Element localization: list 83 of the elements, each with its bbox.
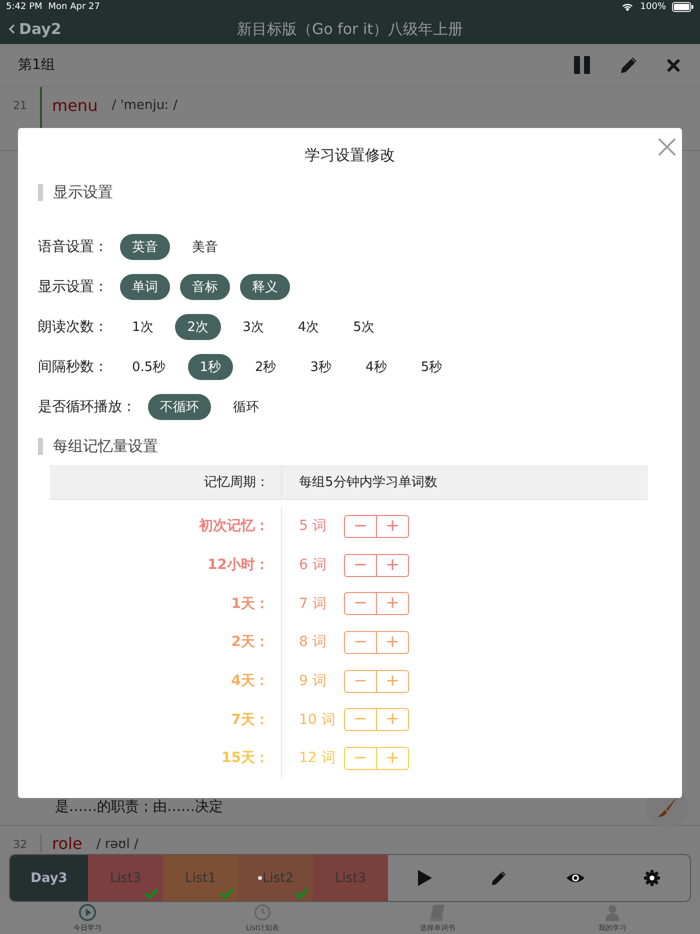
row-number: 32 [12,837,28,851]
word-count: 7 词 [299,594,328,613]
word-count: 8 词 [299,633,328,652]
setting-label: 间隔秒数： [38,358,108,376]
option-chip[interactable]: 0.5秒 [120,354,178,380]
word-count: 5 词 [299,517,328,536]
plus-button[interactable]: + [377,670,408,692]
clock-icon [254,904,271,920]
battery-icon [672,2,694,12]
word-count: 6 词 [299,556,328,574]
close-icon[interactable] [658,138,676,156]
period-label: 15天： [222,749,269,768]
option-chip[interactable]: 英音 [120,234,170,260]
minus-button[interactable]: − [345,593,376,614]
minus-button[interactable]: − [345,554,376,576]
minus-button[interactable]: − [345,670,376,692]
person-icon [604,904,621,920]
option-chip[interactable]: 2次 [175,314,221,340]
column-header: 每组5分钟内学习单词数 [298,474,438,491]
status-date: Mon Apr 27 [48,2,100,12]
word-count: 10 词 [299,710,336,729]
minus-button[interactable]: − [345,632,376,653]
play-circle-icon [79,904,96,920]
option-chip[interactable]: 3秒 [298,354,344,380]
period-label: 7天： [231,710,269,729]
option-chip[interactable]: 音标 [180,274,230,300]
option-chip[interactable]: 4秒 [354,354,399,380]
period-label: 2天： [231,633,269,652]
option-chip[interactable]: 3次 [230,314,276,340]
pencil-icon[interactable] [491,870,506,886]
play-icon[interactable] [418,870,432,886]
settings-icon[interactable] [644,870,660,886]
eye-icon[interactable] [566,872,585,884]
row-number: 21 [12,98,28,112]
setting-label: 显示设置： [38,278,108,296]
phonetic: / 'menjuː / [112,97,178,113]
option-chip[interactable]: 1次 [120,314,166,340]
option-chip[interactable]: 不循环 [148,394,211,420]
status-time: 5:42 PM [6,2,42,12]
definition: 是……的职责；由……决定 [55,798,223,816]
battery-level: 100% [640,2,666,12]
word-count: 12 词 [299,749,336,768]
option-chip[interactable]: 循环 [221,394,271,420]
section-title: 每组记忆量设置 [53,436,158,456]
nav-title: 新目标版（Go for it）八级年上册 [236,20,463,38]
option-chip[interactable]: 释义 [240,274,290,300]
wifi-icon [621,2,634,12]
setting-label: 语音设置： [38,238,108,256]
option-chip[interactable]: 4次 [286,314,332,340]
section-marker [38,438,43,454]
close-icon[interactable] [667,58,680,72]
option-chip[interactable]: 5次 [341,314,386,340]
option-chip[interactable]: 1秒 [188,354,233,380]
option-chip[interactable]: 2秒 [242,354,288,380]
period-label: 4天： [231,672,269,690]
group-title: 第1组 [18,56,55,74]
section-title: 显示设置 [53,182,113,202]
word: menu [52,96,98,115]
pause-icon[interactable] [574,56,590,74]
dialog-title: 学习设置修改 [304,145,396,166]
period-label: 1天： [231,594,269,613]
setting-label: 是否循环播放： [38,398,136,416]
column-header: 记忆周期： [50,465,282,499]
plus-button[interactable]: + [377,593,408,614]
plus-button[interactable]: + [377,632,408,653]
word: role [52,834,82,852]
plus-button[interactable]: + [377,554,408,576]
minus-button[interactable]: − [345,516,376,537]
phonetic: / rəʊl / [96,836,138,852]
period-label: 初次记忆： [199,517,269,536]
option-chip[interactable]: 5秒 [408,354,454,380]
word-count: 9 词 [299,672,328,690]
period-label: 12小时： [208,556,269,574]
book-icon [429,904,446,920]
day-button[interactable]: Day3 [10,855,88,901]
chevron-left-icon [9,24,15,34]
option-chip[interactable]: 美音 [180,234,230,260]
option-chip[interactable]: 单词 [120,274,170,300]
pencil-icon[interactable] [620,56,637,74]
section-marker [38,184,43,200]
setting-label: 朗读次数： [38,318,108,336]
back-button[interactable]: Day2 [0,20,70,38]
plus-button[interactable]: + [377,516,408,537]
